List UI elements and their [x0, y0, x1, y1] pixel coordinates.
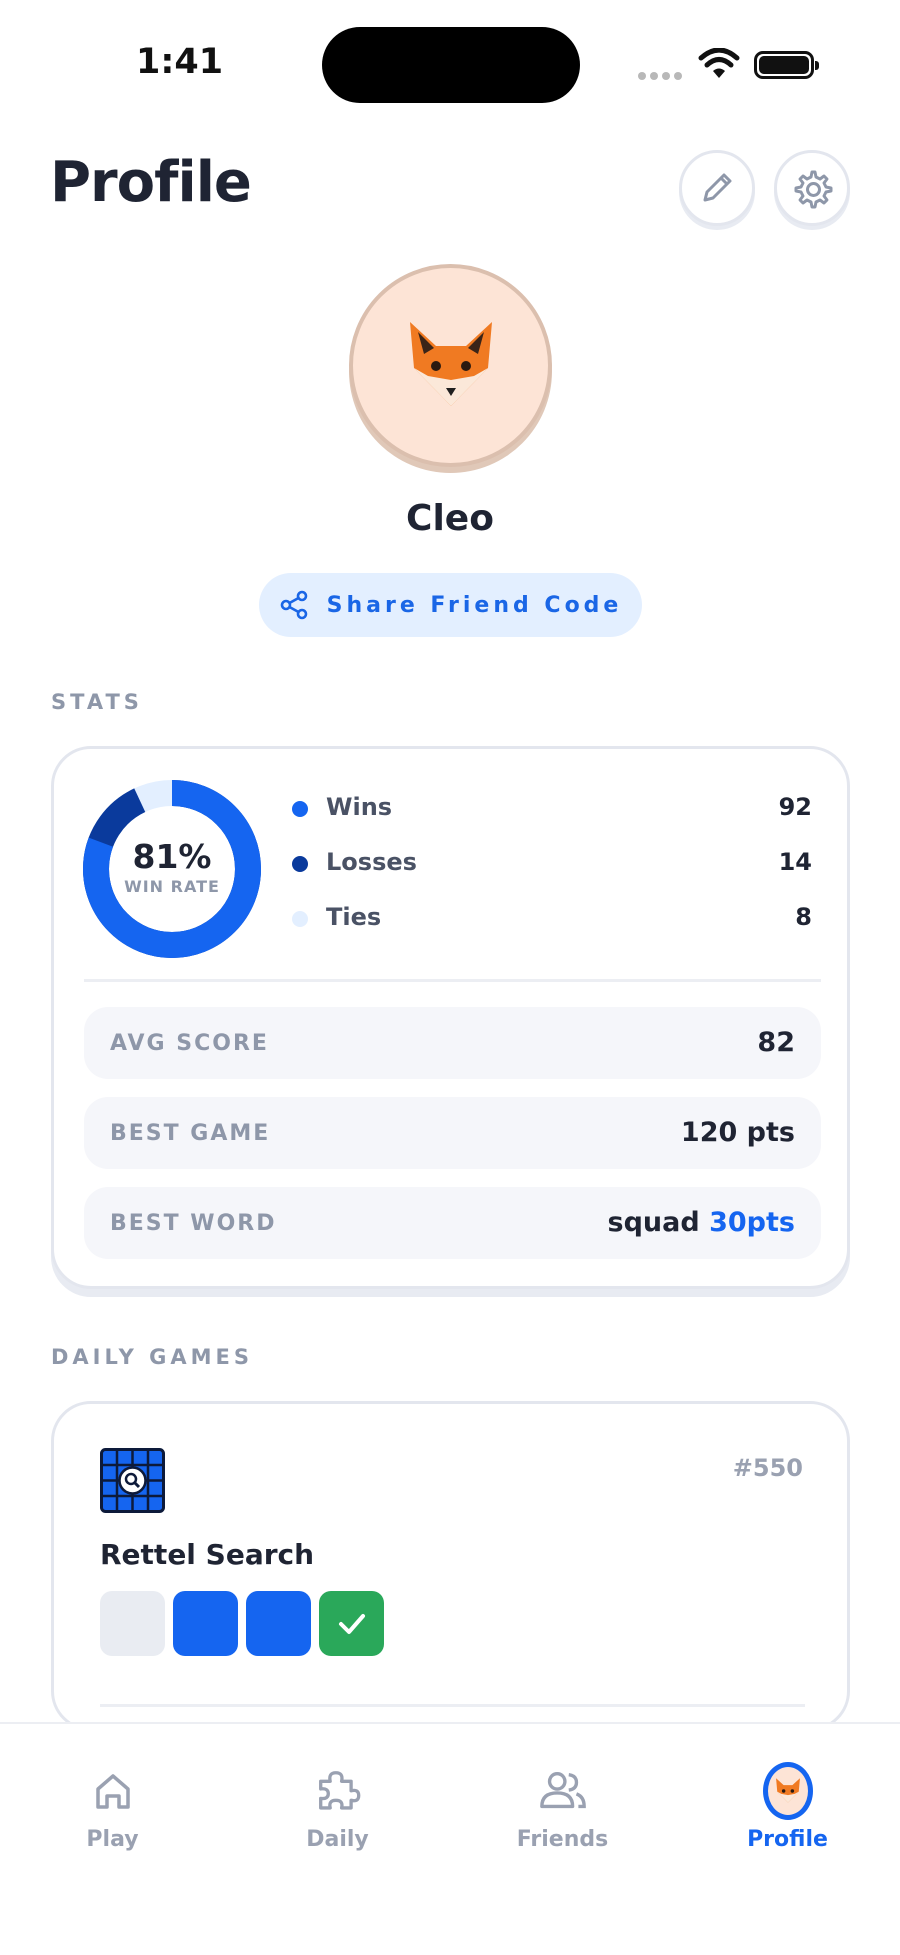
stat-row-best-word: BEST WORD squad 30pts — [84, 1187, 821, 1259]
stat-value: 120 pts — [680, 1117, 795, 1148]
daily-game-card[interactable]: #550 Rettel Search — [51, 1401, 850, 1731]
divider — [84, 979, 821, 982]
settings-button[interactable] — [774, 150, 850, 226]
stat-row-best-game: BEST GAME 120 pts — [84, 1097, 821, 1169]
game-number: #550 — [732, 1454, 803, 1482]
tile-empty — [100, 1591, 165, 1656]
gear-icon — [794, 170, 833, 209]
game-title: Rettel Search — [100, 1538, 315, 1571]
legend-value: 8 — [795, 903, 812, 931]
checkmark-icon — [338, 1613, 365, 1634]
daily-games-section-label: DAILY GAMES — [51, 1345, 253, 1369]
game-progress-tiles — [100, 1591, 384, 1656]
tile-filled — [246, 1591, 311, 1656]
legend-label: Losses — [326, 848, 417, 876]
tab-label: Daily — [306, 1827, 369, 1852]
legend-row-wins: Wins 92 — [292, 789, 812, 829]
best-word-points: 30pts — [709, 1207, 795, 1238]
legend-label: Wins — [326, 793, 393, 821]
tab-daily[interactable]: Daily — [225, 1724, 450, 1854]
dynamic-island — [322, 27, 580, 103]
stats-card: 81% WIN RATE Wins 92 Losses 14 Ties 8 AV… — [51, 746, 850, 1289]
people-icon — [538, 1766, 588, 1816]
legend-row-losses: Losses 14 — [292, 844, 812, 884]
share-friend-code-button[interactable]: Share Friend Code — [259, 573, 642, 637]
tile-filled — [173, 1591, 238, 1656]
page-title: Profile — [50, 150, 252, 215]
edit-profile-button[interactable] — [679, 150, 755, 226]
tab-bar: Play Daily Friends Profile — [0, 1722, 900, 1955]
cellular-signal-icon — [638, 72, 684, 80]
pencil-icon — [703, 173, 732, 202]
tab-profile[interactable]: Profile — [675, 1724, 900, 1854]
puzzle-icon — [313, 1766, 363, 1816]
legend-row-ties: Ties 8 — [292, 899, 812, 939]
legend-label: Ties — [326, 903, 382, 931]
tab-label: Friends — [516, 1827, 609, 1852]
stats-section-label: STATS — [51, 690, 143, 714]
fox-icon — [409, 321, 492, 406]
losses-dot-icon — [292, 856, 308, 872]
status-time: 1:41 — [136, 42, 224, 82]
user-name: Cleo — [406, 498, 494, 539]
battery-icon — [754, 51, 819, 79]
tab-label: Profile — [747, 1827, 828, 1852]
tab-label: Play — [86, 1827, 139, 1852]
stat-label: AVG SCORE — [110, 1031, 269, 1056]
stat-label: BEST GAME — [110, 1121, 271, 1146]
win-rate-value: 81% — [132, 837, 212, 876]
fox-avatar-icon — [762, 1762, 813, 1820]
best-word: squad — [607, 1207, 700, 1238]
profile-avatar[interactable] — [349, 264, 552, 467]
ties-dot-icon — [292, 911, 308, 927]
divider — [100, 1704, 805, 1707]
share-icon — [280, 590, 307, 620]
wins-dot-icon — [292, 801, 308, 817]
tab-friends[interactable]: Friends — [450, 1724, 675, 1854]
stat-label: BEST WORD — [110, 1211, 277, 1236]
tile-complete — [319, 1591, 384, 1656]
legend-value: 92 — [778, 793, 812, 821]
legend-value: 14 — [778, 848, 812, 876]
stat-value-group: squad 30pts — [608, 1207, 795, 1238]
wifi-icon — [698, 48, 740, 78]
stat-row-avg-score: AVG SCORE 82 — [84, 1007, 821, 1079]
grid-search-icon — [100, 1448, 165, 1513]
share-friend-code-label: Share Friend Code — [326, 592, 623, 618]
win-rate-label: WIN RATE — [124, 877, 220, 896]
tab-play[interactable]: Play — [0, 1724, 225, 1854]
home-icon — [88, 1766, 138, 1816]
status-bar: 1:41 — [0, 0, 900, 110]
stat-value: 82 — [757, 1027, 795, 1058]
